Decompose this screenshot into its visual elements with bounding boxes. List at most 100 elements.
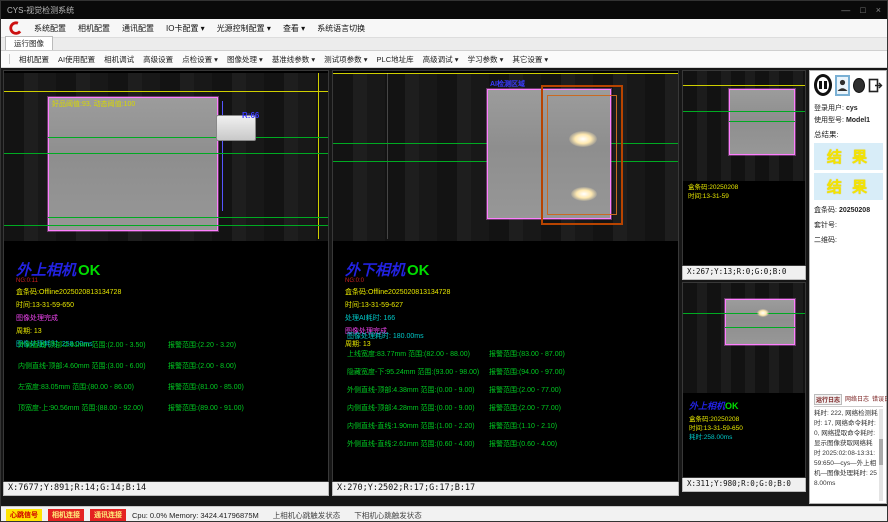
overlay-line	[318, 73, 319, 239]
tool-image-processing[interactable]: 图像处理 ▾	[227, 54, 263, 65]
measurement-value: 内侧直线-顶部:4.60mm 范围:(3.00 - 6.00)	[18, 361, 168, 371]
pixel-coord-bar-lower: X:270;Y:2502;R:17;G:17;B:17	[332, 482, 679, 496]
tool-other-settings[interactable]: 其它设置 ▾	[512, 54, 548, 65]
maximize-icon[interactable]: □	[860, 5, 865, 15]
tab-run-image[interactable]: 运行图像	[5, 36, 53, 50]
heartbeat-status-badge: 心跳信号	[6, 509, 42, 521]
measurement-value: 内侧直线-顶部:4.28mm 范围:(0.00 - 9.00)	[347, 403, 489, 413]
alarm-range: 报警范围:(1.10 - 2.10)	[489, 421, 557, 431]
pixel-coord-bar-thumb-bottom: X:311;Y:980;R:0;G:0;B:0	[682, 478, 806, 492]
status-bar: 心跳信号 相机连接 通讯连接 Cpu: 0.0% Memory: 3424.41…	[1, 506, 887, 522]
minimize-icon[interactable]: —	[841, 5, 850, 15]
close-icon[interactable]: ×	[876, 5, 881, 15]
pause-button[interactable]	[814, 74, 832, 96]
measurement-value: 上线宽度:83.77mm 范围:(82.00 - 88.00)	[347, 349, 489, 359]
pixel-coord-bar-upper: X:7677;Y:891;R:14;G:14;B:14	[3, 482, 329, 496]
menu-item-io-config[interactable]: IO卡配置 ▾	[166, 23, 205, 34]
alarm-range: 报警范围:(83.00 - 87.00)	[489, 349, 565, 359]
tool-advanced-settings[interactable]: 高级设置	[143, 54, 173, 65]
thumb-time-line: 时间:13-31-59	[688, 190, 729, 200]
overlay-line	[333, 73, 679, 74]
log-tab-network[interactable]: 网络日志	[845, 394, 869, 405]
menu-item-light-config[interactable]: 光源控制配置 ▾	[217, 23, 271, 34]
camera-canvas-lower[interactable]: AI检测区域 外下相机OK NG:0:0 盒条码:Offline20250208…	[332, 70, 679, 482]
pause-icon	[824, 81, 827, 89]
measurement-value: 外侧直线-直线:2.61mm 范围:(0.60 - 4.00)	[347, 439, 489, 449]
camera-name: 外上相机	[16, 262, 76, 279]
measurement-list-upper: 外侧直线-顶部:2.91mm 范围:(2.00 - 3.50)报警范围:(2.2…	[4, 329, 328, 413]
lock-icon[interactable]	[853, 78, 865, 93]
result-indicator-1: 结 果	[814, 143, 883, 170]
overlay-line	[683, 85, 806, 86]
pixel-coord-bar-thumb-top: X:267;Y:13;R:0;G:0;B:0	[682, 266, 806, 280]
log-tab-error[interactable]: 错误日志	[872, 394, 888, 405]
thumb-elapsed-line: 耗时:258.00ms	[689, 431, 732, 441]
alarm-range: 报警范围:(2.20 - 3.20)	[168, 340, 236, 350]
camera-view-lower: AI检测区域 外下相机OK NG:0:0 盒条码:Offline20250208…	[332, 70, 679, 504]
menu-item-language-switch[interactable]: 系统语言切换	[317, 23, 365, 34]
thumb-view-top: 盒条码:20250208 时间:13-31-59 X:267;Y:13;R:0;…	[682, 70, 806, 280]
time-line: 时间:13-31-59-650	[16, 300, 121, 310]
thumb-result-title: 外上相机OK	[689, 399, 739, 412]
camera-canvas-upper[interactable]: 好品阈值:93, 动态阈值:100 R:66 外上相机OK NG:0:11 盒条…	[3, 70, 329, 482]
tool-baseline-params[interactable]: 基准线参数 ▾	[272, 54, 315, 65]
alarm-range: 报警范围:(94.00 - 97.00)	[489, 367, 565, 377]
process-done-line: 图像处理完成	[16, 313, 121, 323]
product-region	[729, 89, 795, 155]
tool-camera-config[interactable]: 相机配置	[19, 54, 49, 65]
measurement-row: 隐藏宽度-下:95.24mm 范围:(93.00 - 98.00)报警范围:(9…	[347, 367, 678, 377]
led-highlight	[569, 131, 597, 147]
log-scrollbar-thumb[interactable]	[879, 439, 883, 465]
menu-item-camera-config[interactable]: 相机配置	[78, 23, 110, 34]
alarm-range: 报警范围:(89.00 - 91.00)	[168, 403, 244, 413]
exit-door-icon	[868, 78, 883, 93]
log-scrollbar[interactable]	[879, 409, 883, 501]
status-ok: OK	[78, 262, 101, 279]
panel-buttons	[814, 74, 883, 96]
measurement-row: 顶宽度-上:90.56mm 范围:(88.00 - 92.00)报警范围:(89…	[18, 403, 328, 413]
camera-name: 外上相机	[689, 401, 725, 411]
tool-learning-params[interactable]: 学习参数 ▾	[467, 54, 503, 65]
measurement-value: 内侧直线-直线:1.90mm 范围:(1.00 - 2.20)	[347, 421, 489, 431]
log-tabs: 运行日志 网络日志 错误日志	[814, 394, 883, 407]
qr-row: 二维码:	[814, 236, 883, 245]
tool-advanced-debug[interactable]: 高级调试 ▾	[423, 54, 459, 65]
result-title: 外下相机OK	[345, 259, 450, 280]
tool-plc-address[interactable]: PLC地址库	[377, 54, 414, 65]
tool-bar: 相机配置 AI使用配置 相机调试 高级设置 点检设置 ▾ 图像处理 ▾ 基准线参…	[1, 51, 887, 68]
overlay-line	[725, 327, 795, 328]
thumb-view-bottom: 外上相机OK 盒条码:20250208 时间:13-31-59-650 耗时:2…	[682, 282, 806, 492]
tab-bar: 运行图像	[1, 38, 887, 51]
control-panel: 登录用户:cys 使用型号:Model1 总结果: 结 果 结 果 盒条码:20…	[809, 70, 887, 504]
measurement-row: 内侧直线-顶部:4.60mm 范围:(3.00 - 6.00)报警范围:(2.0…	[18, 361, 328, 371]
box-barcode-value: 20250208	[839, 206, 870, 215]
measurement-row: 左宽度:83.05mm 范围:(80.00 - 86.00)报警范围:(81.0…	[18, 382, 328, 392]
barcode-line: 盒条码:Offline2025020813134728	[345, 287, 450, 297]
thumbnail-column: 盒条码:20250208 时间:13-31-59 X:267;Y:13;R:0;…	[682, 70, 806, 504]
thumb-canvas-bottom[interactable]: 外上相机OK 盒条码:20250208 时间:13-31-59-650 耗时:2…	[682, 282, 806, 478]
marker-label: R:66	[242, 111, 259, 120]
window-title: CYS-视觉检测系统	[7, 5, 74, 16]
model-row: 使用型号:Model1	[814, 116, 883, 125]
measurement-row: 外侧直线-顶部:2.91mm 范围:(2.00 - 3.50)报警范围:(2.2…	[18, 340, 328, 350]
box-barcode-label: 盒条码:	[814, 206, 837, 215]
measurement-value: 左宽度:83.05mm 范围:(80.00 - 86.00)	[18, 382, 168, 392]
tool-camera-debug[interactable]: 相机调试	[104, 54, 134, 65]
user-login-button[interactable]	[835, 75, 850, 96]
overlay-line	[4, 91, 329, 92]
pause-icon	[819, 81, 822, 89]
tool-spot-check[interactable]: 点检设置 ▾	[182, 54, 218, 65]
thumb-canvas-top[interactable]: 盒条码:20250208 时间:13-31-59	[682, 70, 806, 266]
exit-button[interactable]	[868, 77, 883, 94]
led-highlight	[757, 309, 769, 317]
log-text: 耗时: 222, 网络检测耗时: 17, 网络命令耗时: 0, 网络提取命令耗时…	[814, 409, 883, 490]
tool-ai-usage-config[interactable]: AI使用配置	[58, 54, 95, 65]
tool-test-params[interactable]: 测试项参数 ▾	[324, 54, 367, 65]
camera-connect-badge: 相机连接	[48, 509, 84, 521]
menu-item-view[interactable]: 查看 ▾	[283, 23, 305, 34]
menu-item-system-config[interactable]: 系统配置	[34, 23, 66, 34]
log-tab-run[interactable]: 运行日志	[814, 394, 842, 405]
title-bar: CYS-视觉检测系统 — □ ×	[1, 1, 887, 19]
menu-item-comm-config[interactable]: 通讯配置	[122, 23, 154, 34]
measurement-row: 上线宽度:83.77mm 范围:(82.00 - 88.00)报警范围:(83.…	[347, 349, 678, 359]
